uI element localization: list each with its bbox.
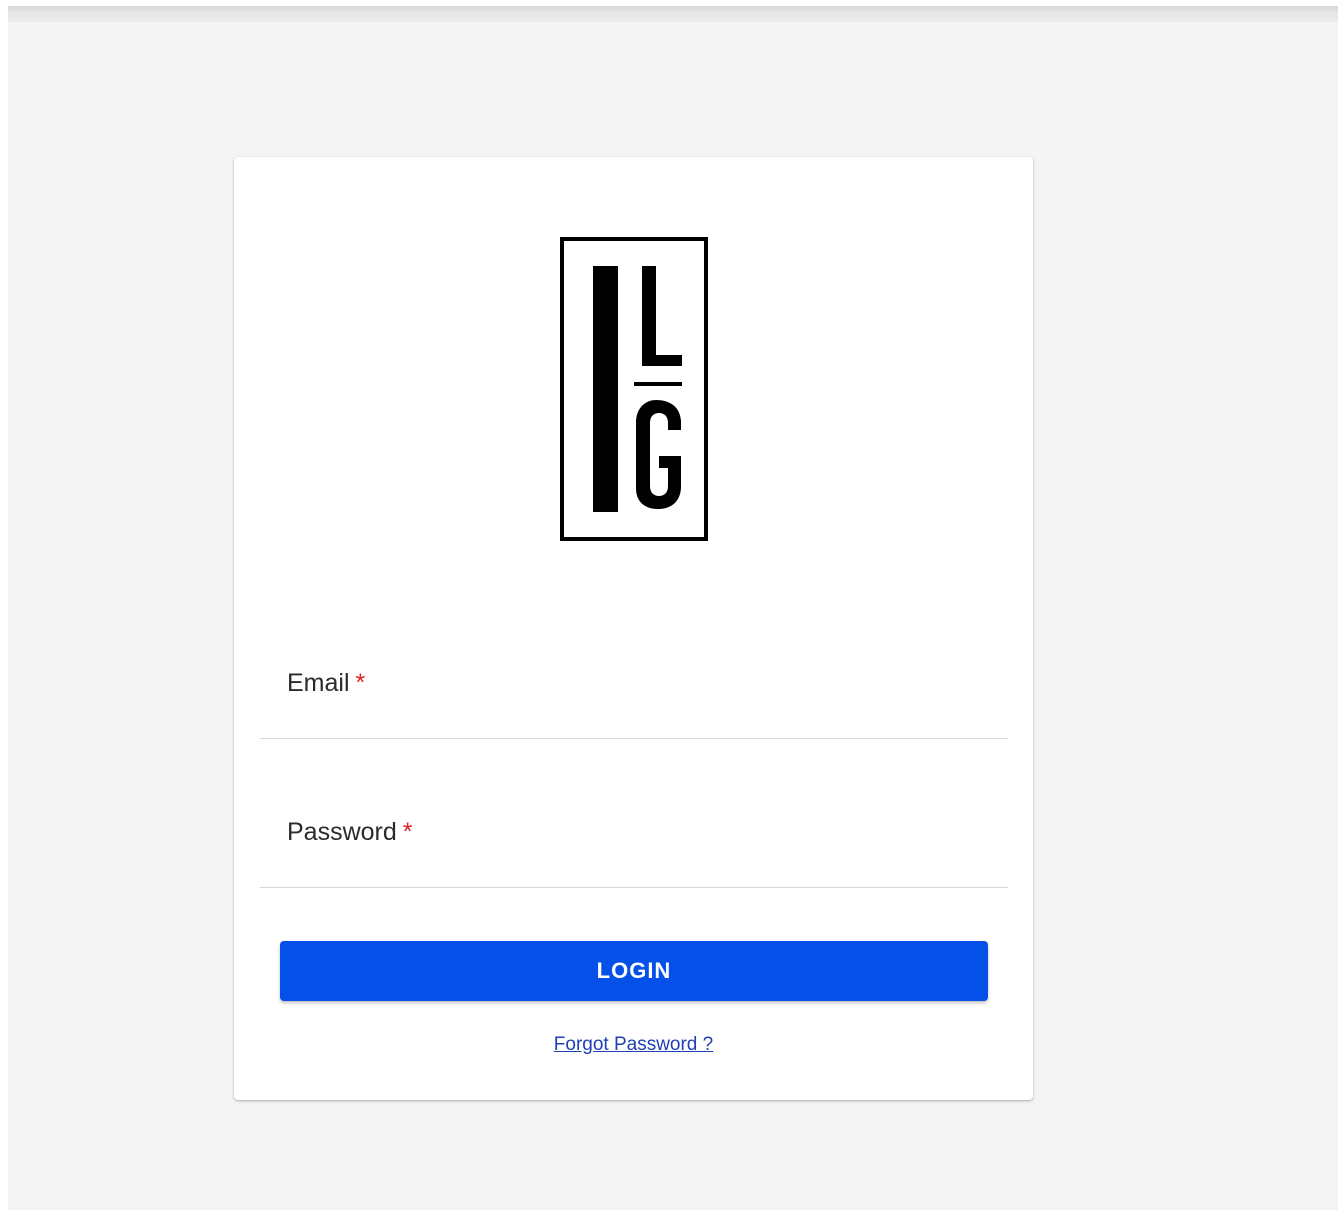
forgot-password-link[interactable]: Forgot Password ? [234,1034,1033,1056]
password-underline [260,887,1008,888]
email-underline [260,738,1008,739]
email-field: Email * [260,669,1008,739]
email-label: Email * [287,669,365,698]
email-input[interactable] [260,705,1008,737]
email-required-marker: * [355,669,366,697]
password-label-text: Password [287,818,397,846]
ilg-logo-icon [560,237,708,541]
browser-top-strip [8,6,1338,22]
login-card: Email * Password * LOGIN Forgot Password ? [234,157,1033,1100]
password-field: Password * [260,818,1008,888]
login-button[interactable]: LOGIN [280,941,988,1001]
email-label-text: Email [287,669,350,697]
page-background: Email * Password * LOGIN Forgot Password ? [8,6,1338,1210]
password-label: Password * [287,818,413,847]
password-required-marker: * [402,818,413,846]
password-input[interactable] [260,854,1008,886]
